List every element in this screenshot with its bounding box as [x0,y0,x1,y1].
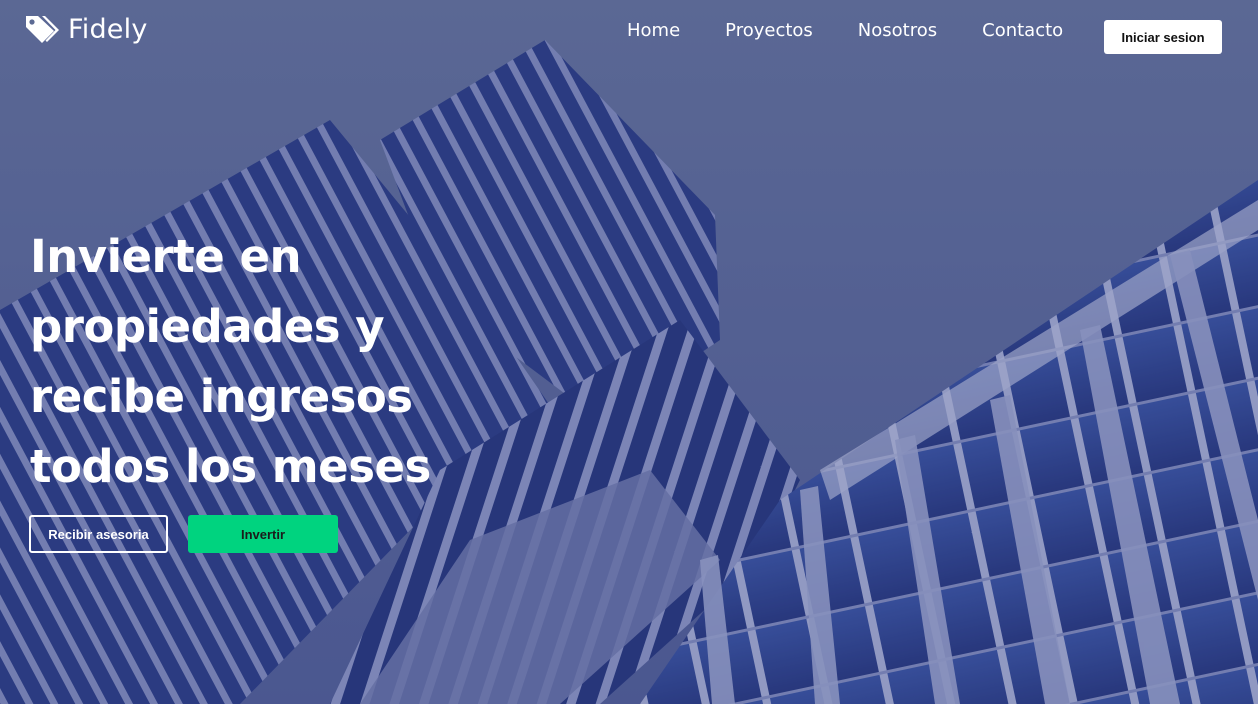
tags-icon [24,13,60,45]
nav-link-contacto[interactable]: Contacto [982,20,1063,41]
nav-link-home[interactable]: Home [627,20,680,41]
main-nav: Home Proyectos Nosotros Contacto [627,20,1108,41]
invest-button[interactable]: Invertir [188,515,338,553]
login-button[interactable]: Iniciar sesion [1104,20,1222,54]
brand-logo[interactable]: Fidely [24,13,148,45]
advice-button[interactable]: Recibir asesoria [29,515,168,553]
hero-headline: Invierte en propiedades y recibe ingreso… [30,230,431,493]
nav-link-nosotros[interactable]: Nosotros [858,20,937,41]
hero-section: Fidely Home Proyectos Nosotros Contacto … [0,0,1258,704]
nav-link-proyectos[interactable]: Proyectos [725,20,813,41]
brand-name: Fidely [68,13,148,45]
